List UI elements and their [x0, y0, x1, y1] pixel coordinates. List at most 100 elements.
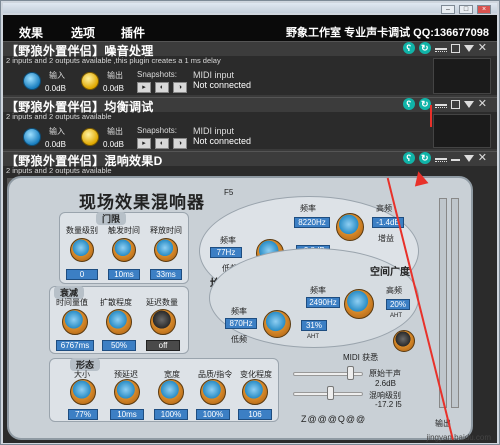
refresh-icon[interactable]: ↻ — [418, 42, 431, 54]
size-knob[interactable] — [70, 379, 96, 405]
quality-knob[interactable] — [200, 379, 226, 405]
bypass-icon[interactable] — [434, 47, 447, 52]
plugin-header: 【野狼外置伴侣】均衡调试 ʕ ↻ ✕ — [3, 98, 497, 114]
power-icon[interactable]: ʕ — [402, 98, 415, 110]
decay-time-value: 6767ms — [56, 340, 94, 351]
io-row: 输入 0.0dB 输出 0.0dB Snapshots: ▸ ◐ ◑ MIDI … — [3, 122, 497, 149]
output-label: 输出 — [107, 127, 123, 136]
plugin-header-icons: ʕ ↻ ✕ — [402, 98, 487, 110]
app-title: 野象工作室 专业声卡调试 QQ:136677098 — [286, 27, 489, 39]
refresh-icon[interactable]: ↻ — [418, 152, 431, 164]
release-knob[interactable] — [154, 238, 178, 262]
menu-options[interactable]: 选项 — [71, 24, 95, 41]
reverb-title: 现场效果混响器 — [79, 193, 205, 212]
output-label: 输出 — [107, 71, 123, 80]
eq-mid-knob[interactable] — [336, 213, 364, 241]
snapshots-label: Snapshots: — [137, 126, 178, 135]
predelay-knob[interactable] — [114, 379, 140, 405]
collapse-icon[interactable] — [463, 100, 474, 108]
plugin-header-icons: ʕ ↻ ✕ — [402, 152, 487, 164]
output-value: 0.0dB — [103, 84, 124, 93]
power-icon[interactable]: ʕ — [402, 152, 415, 164]
refresh-icon[interactable]: ↻ — [418, 98, 431, 110]
eq-high-label: 高频 — [376, 204, 392, 213]
release-label: 释放时间 — [150, 226, 182, 235]
menu-plugins[interactable]: 插件 — [121, 24, 145, 41]
input-knob[interactable] — [23, 128, 41, 146]
decay-time-label: 时间量值 — [56, 298, 88, 307]
space-low-freq-value: 870Hz — [225, 318, 257, 329]
maximize-button[interactable]: □ — [459, 5, 473, 14]
output-meter-right — [451, 198, 459, 408]
bypass-icon[interactable] — [434, 103, 447, 108]
output-knob[interactable] — [81, 128, 99, 146]
predelay-value: 10ms — [110, 409, 144, 420]
snapshot-next-button[interactable]: ◑ — [173, 138, 187, 149]
snapshot-prev-button[interactable]: ▸ — [137, 82, 151, 93]
diffusion-knob[interactable] — [106, 309, 132, 335]
space-freq-label: 频率 — [310, 286, 326, 295]
width-knob[interactable] — [158, 379, 184, 405]
eq-freq-label-2: 频率 — [300, 204, 316, 213]
midi-learn-knob[interactable] — [393, 330, 415, 352]
midi-learn-label: MIDI 获悉 — [343, 353, 379, 362]
io-row: 输入 0.0dB 输出 0.0dB Snapshots: ▸ ◐ ◑ MIDI … — [3, 66, 497, 93]
space-amt-label: AHT — [390, 313, 402, 319]
attack-value: 10ms — [108, 269, 140, 280]
diffusion-value: 50% — [102, 340, 136, 351]
close-icon[interactable]: ✕ — [478, 42, 487, 54]
attack-knob[interactable] — [112, 238, 136, 262]
annotation-arrow-1 — [430, 105, 432, 127]
dry-slider-thumb[interactable] — [347, 366, 354, 380]
level-meter — [433, 114, 491, 148]
variation-value: 106 — [238, 409, 272, 420]
close-button[interactable]: × — [477, 5, 491, 14]
threshold-knob[interactable] — [70, 238, 94, 262]
dry-label: 原始干声 — [369, 369, 401, 378]
plugin-eq: 【野狼外置伴侣】均衡调试 ʕ ↻ ✕ 2 inputs and 2 output… — [3, 97, 497, 149]
input-knob[interactable] — [23, 72, 41, 90]
window-controls: – □ × — [441, 5, 491, 14]
variation-knob[interactable] — [242, 379, 268, 405]
space-high-value: 20% — [386, 299, 410, 310]
space-high-label: 高频 — [386, 286, 402, 295]
plugin-description: 2 inputs and 2 outputs available — [6, 166, 112, 175]
snapshot-prev-button[interactable]: ▸ — [137, 138, 151, 149]
bypass-icon[interactable] — [434, 157, 447, 162]
expand-icon[interactable] — [450, 99, 460, 109]
collapse-icon[interactable] — [463, 44, 474, 52]
decay-time-knob[interactable] — [62, 309, 88, 335]
delay-amount-knob[interactable] — [150, 309, 176, 335]
midi-input-label: MIDI input — [193, 70, 235, 80]
threshold-value: 0 — [66, 269, 98, 280]
eq-mid-freq-value: 8220Hz — [294, 217, 330, 228]
space-section: 空间广度 频率 2490Hz 高频 20% AHT — [209, 248, 419, 348]
space-label: 空间广度 — [370, 267, 410, 278]
collapse-icon[interactable] — [463, 154, 474, 162]
snapshot-next-button[interactable]: ◑ — [173, 82, 187, 93]
threshold-label: 数量级别 — [66, 226, 98, 235]
snapshot-save-button[interactable]: ◐ — [155, 82, 169, 93]
close-icon[interactable]: ✕ — [478, 98, 487, 110]
snapshot-save-button[interactable]: ◐ — [155, 138, 169, 149]
expand-icon[interactable] — [450, 43, 460, 53]
minimize-plugin-icon[interactable] — [450, 159, 460, 161]
quality-value: 100% — [196, 409, 230, 420]
decay-section: 衰减 时间量值 扩散程度 延迟数量 6767ms 50% off — [49, 286, 189, 354]
plugin-header-icons: ʕ ↻ ✕ — [402, 42, 487, 54]
menu-effects[interactable]: 效果 — [19, 24, 43, 41]
space-amt-label-2: AHT — [307, 334, 319, 340]
close-icon[interactable]: ✕ — [478, 152, 487, 164]
attack-label: 触发时间 — [108, 226, 140, 235]
power-icon[interactable]: ʕ — [402, 42, 415, 54]
space-low-knob[interactable] — [263, 310, 291, 338]
limit-section: 门限 数量级别 触发时间 释放时间 0 10ms 33ms — [59, 212, 189, 284]
wet-slider-thumb[interactable] — [327, 386, 334, 400]
eq-gain-label-2: 增益 — [378, 234, 394, 243]
output-knob[interactable] — [81, 72, 99, 90]
plugin-description: 2 inputs and 2 outputs available — [6, 112, 112, 121]
input-label: 输入 — [49, 127, 65, 136]
minimize-button[interactable]: – — [441, 5, 455, 14]
plugin-noise: 【野狼外置伴侣】噪音处理 ʕ ↻ ✕ 2 inputs and 2 output… — [3, 41, 497, 95]
space-freq-knob[interactable] — [344, 289, 374, 319]
